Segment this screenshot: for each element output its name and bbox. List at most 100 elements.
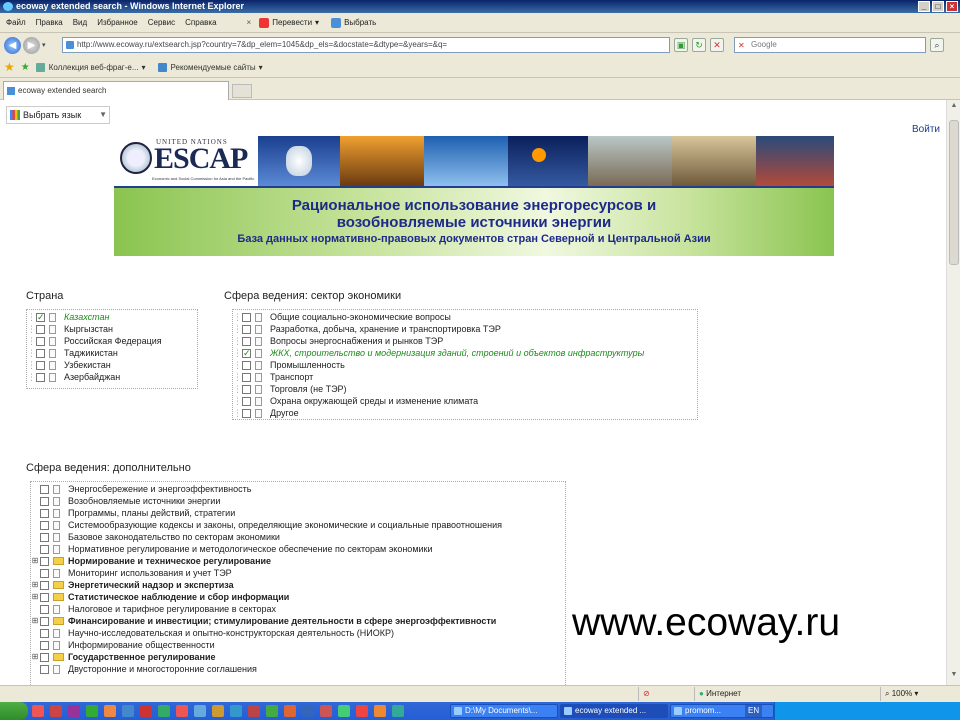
checkbox[interactable] (242, 324, 251, 334)
menu-tools[interactable]: Сервис (148, 18, 175, 27)
checkbox[interactable] (40, 640, 49, 650)
sector-item[interactable]: ⋮ Промышленность (233, 359, 697, 371)
history-dropdown-icon[interactable]: ▾ (42, 41, 46, 49)
quicklaunch-icon[interactable] (122, 705, 134, 717)
extra-item[interactable]: Программы, планы действий, стратегии (31, 507, 565, 519)
checkbox[interactable] (40, 520, 49, 530)
search-icon[interactable]: ⌕ (930, 38, 944, 52)
scroll-up-icon[interactable]: ▲ (949, 102, 959, 114)
checkbox[interactable] (36, 348, 45, 358)
select-button[interactable]: Выбрать (331, 17, 376, 28)
favorite-item-collection[interactable]: Коллекция веб-фраг-е... ▾ (35, 62, 146, 72)
taskbar-task-ie[interactable]: ecoway extended ... (560, 704, 668, 718)
sector-item[interactable]: ⋮ Разработка, добыча, хранение и транспор… (233, 323, 697, 335)
country-item[interactable]: ⋮ Кыргызстан (27, 323, 197, 335)
quicklaunch-icon[interactable] (194, 705, 206, 717)
checkbox[interactable] (242, 336, 251, 346)
sector-item[interactable]: ⋮ Охрана окружающей среды и изменение кли… (233, 395, 697, 407)
checkbox[interactable] (36, 311, 45, 323)
extra-item[interactable]: ⊞ Финансирование и инвестиции; стимулиров… (31, 615, 565, 627)
menu-file[interactable]: Файл (6, 18, 26, 27)
extra-item[interactable]: Налоговое и тарифное регулирование в сек… (31, 603, 565, 615)
address-input[interactable]: http://www.ecoway.ru/extsearch.jsp?count… (62, 37, 670, 53)
sector-item[interactable]: ⋮ Транспорт (233, 371, 697, 383)
new-tab-button[interactable] (232, 84, 252, 98)
country-item[interactable]: ⋮ Казахстан (27, 311, 197, 323)
forward-button[interactable]: ▶ (23, 36, 40, 54)
menu-favorites[interactable]: Избранное (97, 18, 138, 27)
checkbox[interactable] (36, 324, 45, 334)
checkbox[interactable] (36, 360, 45, 370)
extra-item[interactable]: ⊞ Энергетический надзор и экспертиза (31, 579, 565, 591)
checkbox[interactable] (40, 568, 49, 578)
sector-item[interactable]: ⋮ Торговля (не ТЭР) (233, 383, 697, 395)
extra-item[interactable]: Научно-исследовательская и опытно-констр… (31, 627, 565, 639)
quicklaunch-icon[interactable] (320, 705, 332, 717)
checkbox[interactable] (40, 604, 49, 614)
checkbox[interactable] (40, 556, 49, 566)
checkbox[interactable] (242, 372, 251, 382)
checkbox[interactable] (40, 664, 49, 674)
checkbox[interactable] (242, 360, 251, 370)
extra-item[interactable]: Двусторонние и многосторонние соглашения (31, 663, 565, 675)
quicklaunch-icon[interactable] (302, 705, 314, 717)
extra-item[interactable]: Системообразующие кодексы и законы, опре… (31, 519, 565, 531)
maximize-button[interactable]: □ (932, 1, 944, 12)
close-window-button[interactable]: × (946, 1, 958, 12)
translate-button[interactable]: Перевести ▾ (259, 17, 319, 28)
quicklaunch-icon[interactable] (176, 705, 188, 717)
extra-item[interactable]: ⊞ Государственное регулирование (31, 651, 565, 663)
minimize-button[interactable]: _ (918, 1, 930, 12)
quicklaunch-icon[interactable] (158, 705, 170, 717)
checkbox[interactable] (242, 347, 251, 359)
checkbox[interactable] (40, 616, 49, 626)
checkbox[interactable] (40, 496, 49, 506)
checkbox[interactable] (40, 532, 49, 542)
stop-icon[interactable]: ✕ (710, 38, 724, 52)
expand-icon[interactable]: ⊞ (31, 615, 39, 627)
refresh-icon[interactable]: ↻ (692, 38, 706, 52)
scrollbar-thumb[interactable] (949, 120, 959, 265)
start-button[interactable] (0, 702, 28, 720)
country-list[interactable]: ⋮ Казахстан ⋮ Кыргызстан ⋮ Российская Федерац… (26, 309, 198, 389)
extra-item[interactable]: Информирование общественности (31, 639, 565, 651)
extra-item[interactable]: Базовое законодательство по секторам эко… (31, 531, 565, 543)
checkbox[interactable] (242, 312, 251, 322)
quicklaunch-icon[interactable] (338, 705, 350, 717)
taskbar-task-explorer[interactable]: D:\My Documents\... (450, 704, 558, 718)
extra-item[interactable]: Энергосбережение и энергоэффективность (31, 483, 565, 495)
quicklaunch-icon[interactable] (140, 705, 152, 717)
menu-edit[interactable]: Правка (36, 18, 63, 27)
checkbox[interactable] (242, 396, 251, 406)
extra-item[interactable]: Возобновляемые источники энергии (31, 495, 565, 507)
close-toolbar-icon[interactable]: × (247, 18, 252, 27)
extra-item[interactable]: ⊞ Статистическое наблюдение и сбор информ… (31, 591, 565, 603)
quicklaunch-icon[interactable] (212, 705, 224, 717)
favorite-item-suggested[interactable]: Рекомендуемые сайты ▾ (157, 62, 263, 72)
extra-item[interactable]: Нормативное регулирование и методологиче… (31, 543, 565, 555)
quicklaunch-icon[interactable] (248, 705, 260, 717)
country-item[interactable]: ⋮ Таджикистан (27, 347, 197, 359)
quicklaunch-icon[interactable] (266, 705, 278, 717)
quicklaunch-icon[interactable] (32, 705, 44, 717)
vertical-scrollbar[interactable]: ▲ ▼ (946, 100, 960, 685)
sector-item[interactable]: ⋮ Вопросы энергоснабжения и рынков ТЭР (233, 335, 697, 347)
extra-item[interactable]: ⊞ Нормирование и техническое регулировани… (31, 555, 565, 567)
language-indicator[interactable]: EN (745, 705, 763, 717)
country-item[interactable]: ⋮ Азербайджан (27, 371, 197, 383)
sector-item[interactable]: ⋮ ЖКХ, строительство и модернизация здани… (233, 347, 697, 359)
checkbox[interactable] (40, 484, 49, 494)
sector-item[interactable]: ⋮ Другое (233, 407, 697, 419)
quicklaunch-icon[interactable] (356, 705, 368, 717)
scroll-down-icon[interactable]: ▼ (949, 671, 959, 683)
expand-icon[interactable]: ⊞ (31, 591, 39, 603)
checkbox[interactable] (36, 336, 45, 346)
quicklaunch-icon[interactable] (230, 705, 242, 717)
expand-icon[interactable]: ⊞ (31, 651, 39, 663)
back-button[interactable]: ◀ (4, 36, 21, 54)
compat-view-icon[interactable]: ▣ (674, 38, 688, 52)
checkbox[interactable] (40, 580, 49, 590)
quicklaunch-icon[interactable] (284, 705, 296, 717)
checkbox[interactable] (242, 384, 251, 394)
checkbox[interactable] (40, 592, 49, 602)
